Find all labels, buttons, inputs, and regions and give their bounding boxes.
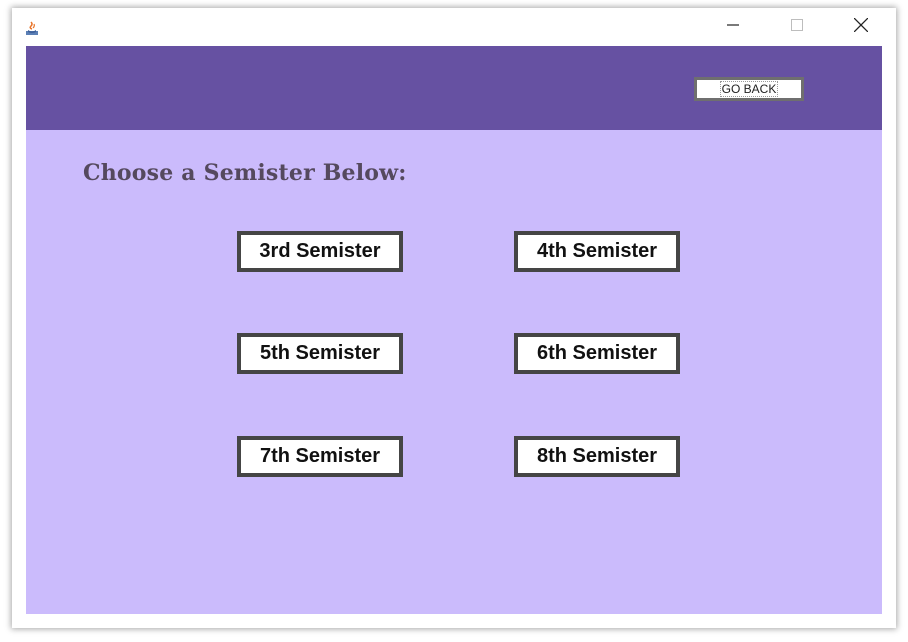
- maximize-icon: [791, 18, 803, 36]
- java-icon: [24, 20, 40, 36]
- application-window: GO BACK Choose a Semister Below: 3rd Sem…: [12, 8, 896, 628]
- semester-4-button[interactable]: 4th Semister: [514, 231, 680, 272]
- minimize-icon: [727, 18, 739, 36]
- semester-3-button[interactable]: 3rd Semister: [237, 231, 403, 272]
- semester-5-button[interactable]: 5th Semister: [237, 333, 403, 374]
- header-bar: GO BACK: [26, 46, 882, 130]
- minimize-button[interactable]: [710, 8, 756, 46]
- close-button[interactable]: [838, 8, 884, 46]
- close-icon: [853, 17, 869, 37]
- go-back-button[interactable]: GO BACK: [694, 77, 804, 101]
- page-title: Choose a Semister Below:: [83, 160, 407, 186]
- semester-7-button[interactable]: 7th Semister: [237, 436, 403, 477]
- semester-panel: Choose a Semister Below: 3rd Semister 4t…: [26, 130, 882, 614]
- go-back-label: GO BACK: [719, 81, 779, 97]
- semester-6-button[interactable]: 6th Semister: [514, 333, 680, 374]
- semester-8-button[interactable]: 8th Semister: [514, 436, 680, 477]
- maximize-button[interactable]: [774, 8, 820, 46]
- title-bar[interactable]: [12, 8, 896, 46]
